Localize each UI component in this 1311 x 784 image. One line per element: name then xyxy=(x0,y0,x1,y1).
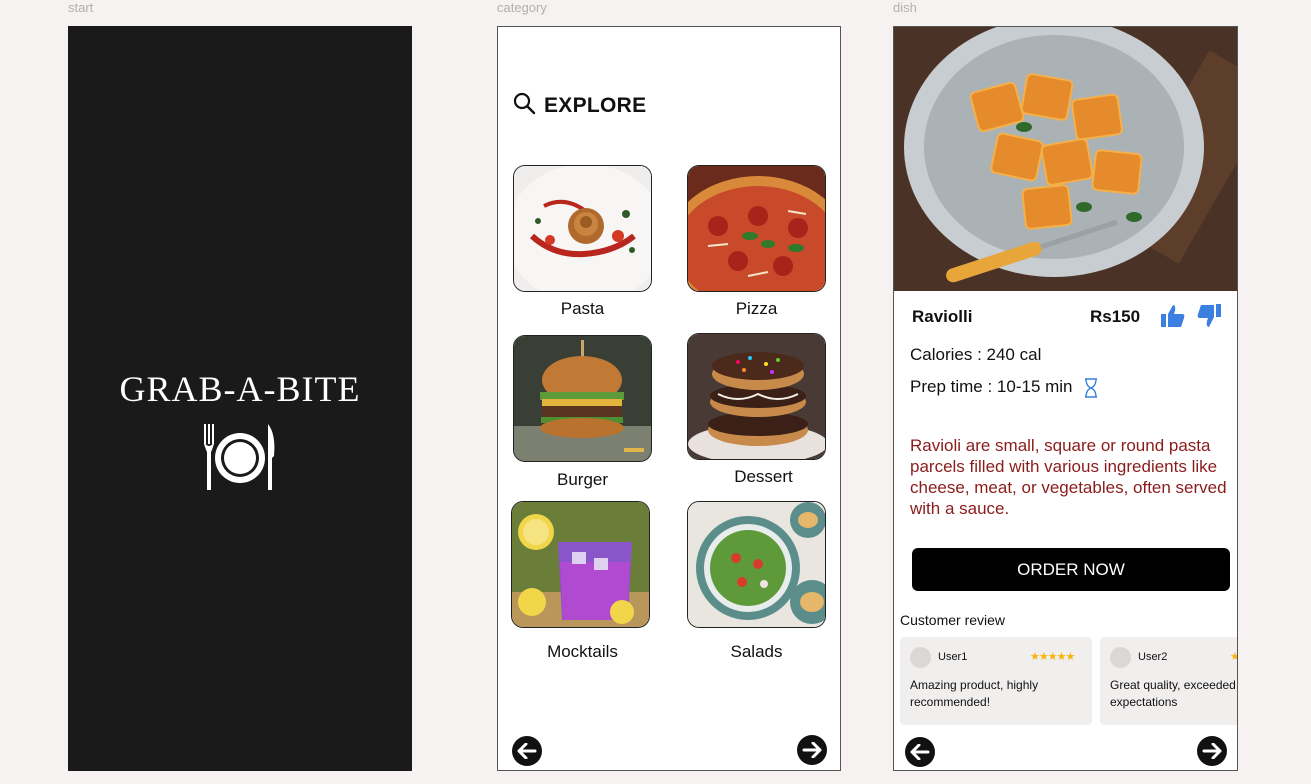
dish-price: Rs150 xyxy=(1090,307,1141,326)
customer-review-title: Customer review xyxy=(900,612,1006,628)
thumbs-down-icon[interactable] xyxy=(1196,303,1222,334)
salad-photo[interactable] xyxy=(687,501,826,628)
category-label-burger: Burger xyxy=(556,470,609,489)
avatar xyxy=(910,647,931,668)
explore-title: EXPLORE xyxy=(544,93,647,117)
pizza-photo[interactable] xyxy=(687,165,826,292)
arrow-right-icon xyxy=(1202,743,1222,759)
next-button[interactable] xyxy=(797,735,827,765)
start-screen: GRAB-A-BITE xyxy=(68,26,412,771)
category-label-mocktails: Mocktails xyxy=(547,642,618,661)
review-card: User2 ★ Great quality, exceeded expectat… xyxy=(1100,637,1238,725)
frame-label-category: category xyxy=(497,0,547,15)
fork-plate-knife-icon xyxy=(202,422,278,497)
search-icon[interactable] xyxy=(512,91,536,120)
dish-description: Ravioli are small, square or round pasta… xyxy=(910,436,1227,518)
pasta-photo[interactable] xyxy=(513,165,652,292)
category-screen: EXPLORE Pasta Pizza Burger Dessert Mockt… xyxy=(497,26,841,771)
star-rating: ★★★★★ xyxy=(1030,651,1075,663)
burger-photo[interactable] xyxy=(513,335,652,462)
frame-label-dish: dish xyxy=(893,0,917,15)
explore-header: EXPLORE xyxy=(512,91,646,120)
star-rating: ★ xyxy=(1230,651,1238,663)
dish-screen: Raviolli Rs150 Calories : 240 cal Prep t… xyxy=(893,26,1238,771)
arrow-right-icon xyxy=(802,742,822,758)
arrow-left-icon xyxy=(517,743,537,759)
donuts-photo[interactable] xyxy=(687,333,826,460)
review-user: User2 xyxy=(1138,651,1168,663)
back-button[interactable] xyxy=(512,736,542,766)
frame-label-start: start xyxy=(68,0,94,15)
next-button[interactable] xyxy=(1197,736,1227,766)
calories-text: Calories : 240 cal xyxy=(910,345,1042,364)
review-text: Amazing product, highly recommended! xyxy=(910,678,1039,709)
review-card: User1 ★★★★★ Amazing product, highly reco… xyxy=(900,637,1092,725)
mocktail-photo[interactable] xyxy=(511,501,650,628)
thumbs-up-icon[interactable] xyxy=(1160,303,1186,334)
app-title: GRAB-A-BITE xyxy=(119,369,361,409)
dish-name: Raviolli xyxy=(912,307,973,326)
category-label-pasta: Pasta xyxy=(560,299,605,318)
hourglass-icon xyxy=(1084,378,1098,403)
review-text: Great quality, exceeded expectations xyxy=(1110,678,1236,709)
ravioli-photo xyxy=(894,27,1237,291)
avatar xyxy=(1110,647,1131,668)
order-now-button[interactable]: ORDER NOW xyxy=(912,548,1230,591)
category-label-pizza: Pizza xyxy=(735,299,778,318)
review-user: User1 xyxy=(938,651,968,663)
arrow-left-icon xyxy=(910,744,930,760)
back-button[interactable] xyxy=(905,737,935,767)
category-label-dessert: Dessert xyxy=(734,467,793,486)
category-label-salads: Salads xyxy=(730,642,783,661)
prep-time-text: Prep time : 10-15 min xyxy=(910,377,1073,396)
